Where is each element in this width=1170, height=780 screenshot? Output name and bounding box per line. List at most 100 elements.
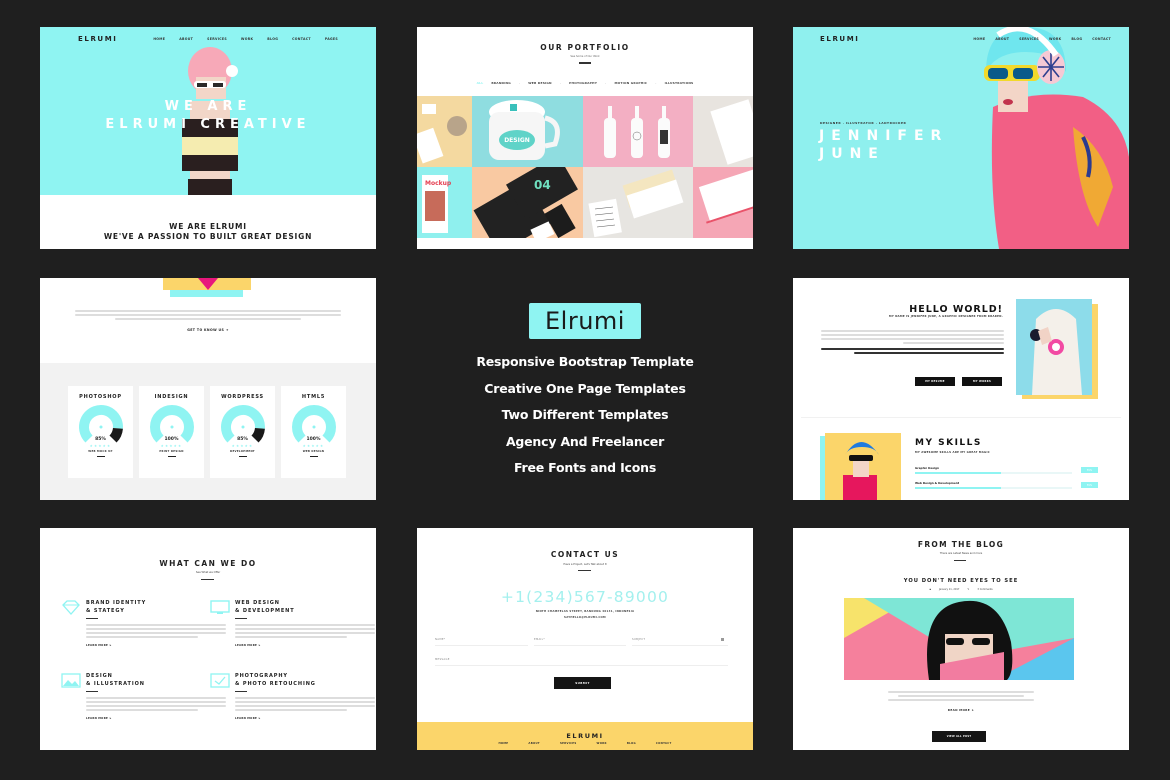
learn-more-link[interactable]: LEARN MORE ➤: [235, 717, 375, 720]
filter-separator: ·: [518, 81, 521, 85]
portfolio-tile-mug[interactable]: DESIGN: [472, 96, 583, 167]
filter-web-design[interactable]: WEB DESIGN: [528, 81, 551, 85]
intro-paragraph: [75, 308, 341, 322]
intro-heading: WE ARE ELRUMI: [169, 222, 247, 231]
preview-home-hero: ELRUMI HOME ABOUT SERVICES WORK BLOG CON…: [40, 27, 376, 249]
footer-nav-item[interactable]: ABOUT: [528, 742, 540, 745]
view-all-posts-button[interactable]: VIEW ALL POST: [932, 731, 986, 742]
nav-item[interactable]: CONTACT: [292, 37, 311, 41]
portfolio-tile-letterhead[interactable]: [693, 96, 753, 167]
subject-select[interactable]: SUBJECT: [632, 636, 728, 646]
diamond-icon: [62, 600, 80, 615]
service-description: [235, 697, 375, 712]
my-works-button[interactable]: MY WORKS: [962, 377, 1002, 386]
skill-card: PHOTOSHOP 85% ★★★★★ WEB MOCK UP: [68, 386, 133, 478]
preview-personal-hero: ELRUMI HOME ABOUT SERVICES WORK BLOG CON…: [793, 27, 1129, 249]
preview-skills: GET TO KNOW US ➜ PHOTOSHOP 85% ★★★★★ WEB MO…: [40, 278, 376, 500]
post-comments[interactable]: 3 Comments: [977, 588, 992, 591]
skill-percent-badge: 55%: [1081, 482, 1098, 488]
service-item: PHOTOGRAPHY & PHOTO RETOUCHING LEARN MOR…: [210, 673, 375, 720]
nav-item[interactable]: WORK: [241, 37, 253, 41]
skill-percent: 100%: [306, 437, 321, 442]
nav-item[interactable]: HOME: [973, 37, 985, 41]
service-title-line1: WEB DESIGN: [235, 600, 280, 606]
portfolio-tile-dark-cards[interactable]: 04: [472, 167, 583, 238]
filter-photography[interactable]: PHOTOGRAPHY: [569, 81, 597, 85]
name-field[interactable]: NAME*: [435, 636, 528, 646]
section-subtitle: Have a Project, Let's Talk about It: [563, 563, 607, 566]
email-field[interactable]: EMAIL*: [534, 636, 626, 646]
filter-illustrations[interactable]: ILLUSTRATIONS: [665, 81, 694, 85]
portfolio-tile-magazine[interactable]: Mockup: [417, 167, 472, 238]
learn-more-link[interactable]: LEARN MORE ➤: [86, 644, 226, 647]
nav-item[interactable]: WORK: [1049, 37, 1061, 41]
logo[interactable]: ELRUMI: [78, 35, 118, 43]
nav-item[interactable]: BLOG: [1071, 37, 1082, 41]
footer-nav-item[interactable]: SERVICES: [560, 742, 577, 745]
get-to-know-link[interactable]: GET TO KNOW US ➜: [40, 328, 376, 332]
post-date: January 11, 2017: [938, 588, 960, 591]
hero-name-last: JUNE: [819, 146, 885, 162]
nav-item[interactable]: PAGES: [325, 37, 338, 41]
footer-nav-item[interactable]: HOME: [498, 742, 508, 745]
skill-caption: WEB DESIGN: [302, 450, 325, 453]
skill-card: WORDPRESS 85% ★★★★★ DEVELOPMENT: [210, 386, 275, 478]
hero-model-image: [984, 27, 1129, 249]
submit-button[interactable]: SUBMIT: [554, 677, 611, 689]
nav-item[interactable]: SERVICES: [207, 37, 227, 41]
service-title-line1: BRAND IDENTITY: [86, 600, 147, 606]
calendar-icon: ▪: [929, 588, 931, 591]
skill-bar: Graphic Design 55%: [915, 466, 1098, 474]
nav-item[interactable]: ABOUT: [995, 37, 1009, 41]
skill-percent-badge: 55%: [1081, 467, 1098, 473]
portfolio-tile-card-stack[interactable]: [583, 167, 693, 238]
service-divider: [86, 618, 98, 620]
preview-blog: FROM THE BLOG There are Latest News and …: [793, 528, 1129, 750]
my-resume-button[interactable]: MY RESUME: [915, 377, 955, 386]
post-title[interactable]: YOU DON'T NEED EYES TO SEE: [793, 578, 1129, 584]
gauge-center: [312, 425, 315, 429]
footer-nav-item[interactable]: CONTACT: [656, 742, 672, 745]
gauge-center: [99, 425, 102, 429]
header: ELRUMI HOME ABOUT SERVICES WORK BLOG CON…: [78, 35, 338, 43]
nav-item[interactable]: BLOG: [267, 37, 278, 41]
portfolio-tile-stationery[interactable]: [417, 96, 472, 167]
main-nav: HOME ABOUT SERVICES WORK BLOG CONTACT PA…: [153, 37, 338, 41]
read-more-link[interactable]: READ MORE ➤: [793, 708, 1129, 712]
logo[interactable]: ELRUMI: [820, 35, 860, 43]
section-divider: [801, 417, 1121, 418]
title-divider: [579, 62, 591, 64]
email-address[interactable]: SAYHELLO@ELRUMI.COM: [417, 616, 753, 619]
filter-separator: ·: [559, 81, 562, 85]
skills-image: [825, 433, 901, 500]
footer-logo[interactable]: ELRUMI: [417, 732, 753, 740]
skill-percent: 100%: [164, 437, 179, 442]
nav-item[interactable]: HOME: [153, 37, 165, 41]
footer-nav-item[interactable]: BLOG: [627, 742, 636, 745]
svg-text:Mockup: Mockup: [425, 180, 452, 187]
filter-branding[interactable]: BRANDING: [491, 81, 511, 85]
skill-caption: WEB MOCK UP: [88, 450, 113, 453]
filter-motion-graphic[interactable]: MOTION GRAPHIC: [614, 81, 647, 85]
caption-divider: [238, 456, 247, 458]
crown-icon: [198, 278, 218, 290]
learn-more-link[interactable]: LEARN MORE ➤: [235, 644, 375, 647]
nav-item[interactable]: ABOUT: [179, 37, 193, 41]
filter-all[interactable]: ALL: [477, 81, 484, 85]
portfolio-tile-bottles[interactable]: [583, 96, 693, 167]
dropdown-icon[interactable]: [721, 638, 724, 641]
footer-nav-item[interactable]: WORK: [597, 742, 607, 745]
gauge-remainder: [250, 427, 265, 443]
post-image[interactable]: [844, 598, 1074, 680]
service-description: [86, 624, 226, 639]
gauge-fill: [291, 405, 336, 443]
nav-item[interactable]: CONTACT: [1092, 37, 1111, 41]
message-field[interactable]: MESSAGE: [435, 656, 728, 666]
nav-item[interactable]: SERVICES: [1019, 37, 1039, 41]
main-nav: HOME ABOUT SERVICES WORK BLOG CONTACT: [973, 37, 1111, 41]
portfolio-tile-pink-card[interactable]: [693, 167, 753, 238]
section-title: OUR PORTFOLIO: [540, 43, 630, 52]
gauge-center: [241, 425, 244, 429]
monitor-icon: [210, 600, 230, 614]
learn-more-link[interactable]: LEARN MORE ➤: [86, 717, 226, 720]
